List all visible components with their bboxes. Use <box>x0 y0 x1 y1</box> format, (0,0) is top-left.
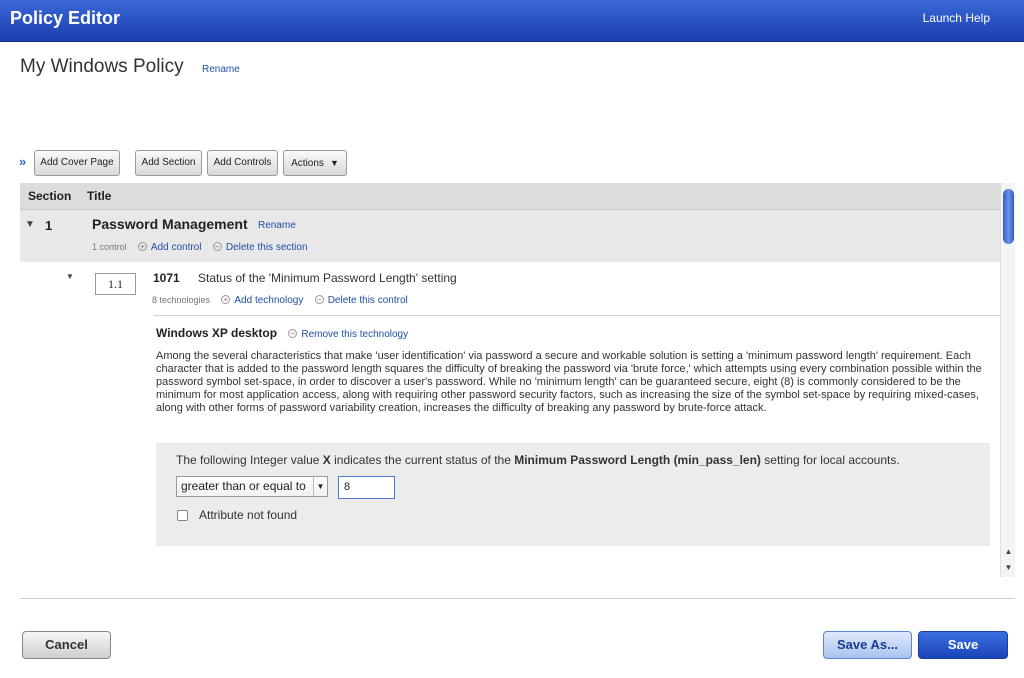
footer-divider <box>20 598 1015 599</box>
rename-policy-link[interactable]: Rename <box>202 64 240 75</box>
scroll-up-icon[interactable]: ▲ <box>1003 545 1014 559</box>
add-section-button[interactable]: Add Section <box>135 150 202 176</box>
plus-circle-icon: + <box>221 295 231 305</box>
add-cover-page-button[interactable]: Add Cover Page <box>34 150 120 176</box>
scroll-down-icon[interactable]: ▼ <box>1003 561 1014 575</box>
remove-technology-link[interactable]: – Remove this technology <box>288 326 408 340</box>
rename-section-link[interactable]: Rename <box>258 220 296 231</box>
section-row: ▼ 1 Password Management Rename 1 control… <box>20 210 1000 262</box>
control-actions: 8 technologies + Add technology – Delete t… <box>152 292 408 306</box>
launch-help-link[interactable]: Launch Help <box>923 11 990 25</box>
save-as-button[interactable]: Save As... <box>823 631 912 659</box>
column-header-section: Section <box>28 189 72 203</box>
delete-control-link[interactable]: – Delete this control <box>314 292 408 306</box>
column-header-title: Title <box>87 189 112 203</box>
delete-section-link[interactable]: – Delete this section <box>212 239 308 253</box>
chevron-down-icon: ▼ <box>329 158 339 168</box>
control-id: 1071 <box>153 271 180 285</box>
section-title: Password Management <box>92 216 248 232</box>
technology-description: Among the several characteristics that m… <box>156 350 982 414</box>
setting-text-prefix: The following Integer value <box>176 453 323 467</box>
value-input[interactable]: 8 <box>338 476 395 499</box>
minus-circle-icon: – <box>288 329 298 339</box>
technology-name: Windows XP desktop <box>156 326 278 340</box>
vertical-scrollbar[interactable]: ▲ ▼ <box>1000 183 1015 577</box>
setting-name: Minimum Password Length (min_pass_len) <box>514 453 761 467</box>
setting-variable: X <box>322 453 331 467</box>
setting-panel: The following Integer value X indicates … <box>156 443 990 546</box>
minus-circle-icon: – <box>314 295 324 305</box>
technology-row: Windows XP desktop – Remove this technolo… <box>156 326 408 340</box>
add-technology-link[interactable]: + Add technology <box>221 292 303 306</box>
cancel-button[interactable]: Cancel <box>22 631 111 659</box>
control-number-input[interactable]: 1.1 <box>95 273 136 295</box>
page-title: My Windows Policy <box>20 56 184 77</box>
setting-text-mid: indicates the current status of the <box>330 453 515 467</box>
operator-selected-value: greater than or equal to <box>181 479 306 493</box>
technology-count: 8 technologies <box>152 295 211 305</box>
section-actions: 1 control + Add control – Delete this sect… <box>92 239 308 253</box>
chevron-down-icon: ▼ <box>313 477 327 496</box>
setting-text-suffix: setting for local accounts. <box>760 453 900 467</box>
section-number: 1 <box>45 218 53 233</box>
actions-dropdown[interactable]: Actions ▼ <box>283 150 347 176</box>
save-button[interactable]: Save <box>918 631 1008 659</box>
collapse-control-triangle-icon[interactable]: ▼ <box>66 272 74 281</box>
collapse-triangle-icon[interactable]: ▼ <box>25 219 35 230</box>
control-count: 1 control <box>92 242 127 252</box>
operator-select[interactable]: greater than or equal to ▼ <box>176 476 328 497</box>
plus-circle-icon: + <box>137 242 147 252</box>
actions-label: Actions <box>291 158 324 169</box>
attribute-not-found-label: Attribute not found <box>199 508 298 522</box>
attribute-not-found-checkbox[interactable] <box>177 510 188 521</box>
top-bar: Policy Editor Launch Help <box>0 0 1024 42</box>
policy-grid: Section Title ▼ 1 Password Management Re… <box>20 183 1000 577</box>
add-control-link[interactable]: + Add control <box>137 239 201 253</box>
add-controls-button[interactable]: Add Controls <box>207 150 278 176</box>
minus-circle-icon: – <box>212 242 222 252</box>
grid-header: Section Title <box>20 183 1000 210</box>
control-divider <box>154 315 1000 316</box>
setting-statement: The following Integer value X indicates … <box>176 453 900 467</box>
app-title: Policy Editor <box>10 8 121 28</box>
double-chevron-right-icon[interactable]: » <box>19 155 31 169</box>
control-title: Status of the 'Minimum Password Length' … <box>198 271 457 285</box>
scrollbar-thumb[interactable] <box>1003 189 1014 244</box>
